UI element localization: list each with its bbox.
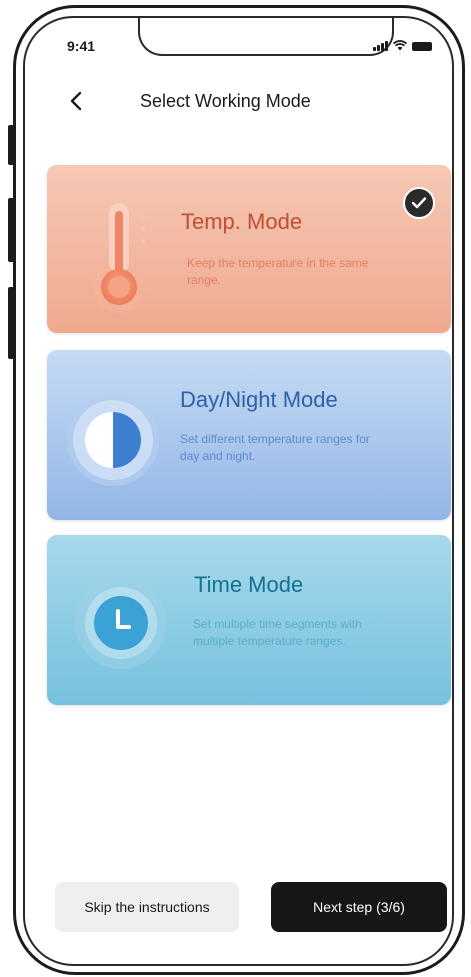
page-title: Select Working Mode bbox=[140, 91, 311, 111]
status-time: 9:41 bbox=[67, 38, 96, 54]
day-night-icon bbox=[67, 394, 159, 486]
signal-icon bbox=[373, 41, 388, 51]
mode-description: Set different temperature ranges for day… bbox=[180, 432, 370, 463]
mode-card-time[interactable]: Time Mode Set multiple time segments wit… bbox=[47, 535, 451, 705]
notch bbox=[138, 18, 394, 56]
mode-card-temp[interactable]: Temp. Mode Keep the temperature in the s… bbox=[47, 165, 451, 333]
side-button-mute bbox=[8, 125, 14, 165]
mode-card-day-night[interactable]: Day/Night Mode Set different temperature… bbox=[47, 350, 451, 520]
mode-title: Time Mode bbox=[194, 572, 304, 597]
clock-icon bbox=[75, 577, 167, 669]
side-button-volume-up bbox=[8, 198, 14, 262]
phone-screen: 9:41 Select Working Mode Temp. Mode Keep… bbox=[23, 16, 454, 966]
back-button[interactable] bbox=[65, 88, 87, 114]
checkmark-icon bbox=[403, 187, 435, 219]
chevron-left-icon bbox=[70, 91, 82, 111]
mode-title: Temp. Mode bbox=[181, 209, 303, 234]
battery-icon bbox=[412, 42, 432, 51]
next-step-button[interactable]: Next step (3/6) bbox=[271, 882, 447, 932]
mode-description: Set multiple time segments with multiple… bbox=[193, 617, 362, 648]
status-icons bbox=[373, 40, 432, 51]
thermometer-icon bbox=[93, 203, 145, 313]
side-button-volume-down bbox=[8, 287, 14, 359]
skip-instructions-button[interactable]: Skip the instructions bbox=[55, 882, 239, 932]
mode-description: Keep the temperature in the same range. bbox=[187, 256, 369, 287]
mode-title: Day/Night Mode bbox=[180, 387, 338, 412]
wifi-icon bbox=[393, 40, 407, 51]
